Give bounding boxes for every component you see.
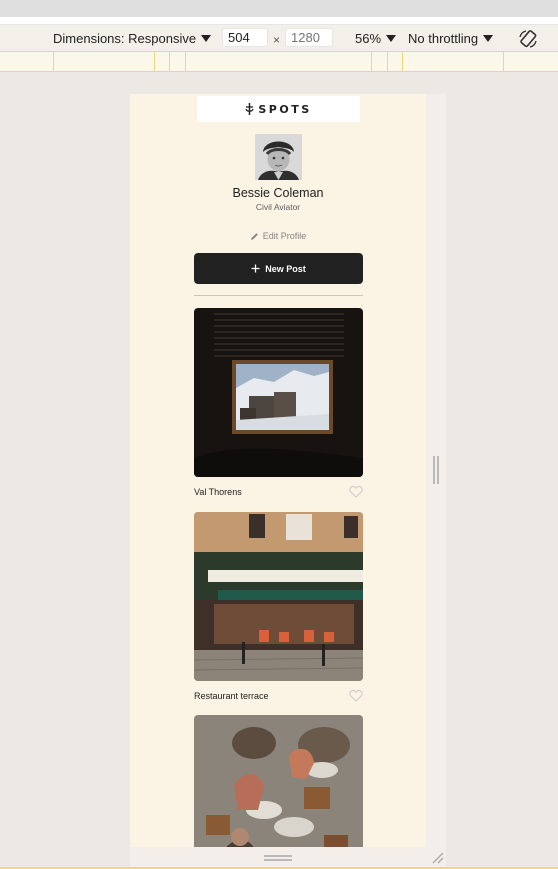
ruler-tick: [503, 52, 504, 71]
zoom-label: 56%: [355, 31, 382, 46]
times-sign: ×: [273, 33, 281, 47]
new-post-button[interactable]: New Post: [194, 253, 363, 284]
logo-text: SPOTS: [258, 102, 312, 116]
ruler-tick: [154, 52, 155, 71]
post-image[interactable]: [194, 715, 363, 847]
device-toolbar: Dimensions: Responsive × 56% No throttli…: [0, 25, 558, 52]
width-input[interactable]: [222, 28, 268, 47]
heart-icon[interactable]: [349, 485, 363, 498]
ruler-tick: [387, 52, 388, 71]
dropdown-arrow-icon: [386, 35, 397, 42]
heart-icon[interactable]: [349, 689, 363, 702]
logo-mark-icon: [245, 103, 254, 115]
right-resize-handle[interactable]: [433, 456, 439, 484]
spots-logo[interactable]: SPOTS: [197, 96, 360, 122]
ruler-tick: [185, 52, 186, 71]
post-title: Restaurant terrace: [194, 690, 269, 701]
ruler-tick: [402, 52, 403, 71]
zoom-dropdown[interactable]: 56%: [355, 31, 397, 46]
post-image[interactable]: [194, 512, 363, 681]
edit-profile-button[interactable]: Edit Profile: [130, 231, 426, 241]
post-card: Val Thorens: [194, 308, 363, 498]
section-divider: [194, 295, 363, 296]
bottom-resize-handle[interactable]: [264, 855, 292, 861]
post-image[interactable]: [194, 308, 363, 477]
throttling-label: No throttling: [408, 31, 479, 46]
pencil-icon: [250, 232, 258, 240]
resize-handle-icon[interactable]: [430, 850, 444, 864]
avatar: [255, 134, 302, 180]
ruler-tick: [169, 52, 170, 71]
rotate-icon[interactable]: [517, 28, 539, 50]
ruler-tick: [53, 52, 54, 71]
post-card: [194, 715, 363, 847]
post-card: Restaurant terrace: [194, 512, 363, 702]
post-title: Val Thorens: [194, 486, 242, 497]
media-query-ruler[interactable]: [0, 52, 558, 72]
browser-top-strip: [0, 0, 558, 17]
ruler-tick: [371, 52, 372, 71]
dimensions-label: Dimensions: Responsive: [53, 31, 197, 46]
dropdown-arrow-icon: [483, 35, 494, 42]
dropdown-arrow-icon: [201, 35, 212, 42]
profile-name: Bessie Coleman: [232, 186, 324, 200]
height-input[interactable]: [285, 28, 333, 47]
dimensions-dropdown[interactable]: Dimensions: Responsive: [53, 31, 212, 46]
browser-top-strip-light: [0, 17, 558, 25]
throttling-dropdown[interactable]: No throttling: [408, 31, 494, 46]
profile-title: Civil Aviator: [255, 202, 301, 212]
new-post-label: New Post: [265, 263, 306, 274]
device-viewport: SPOTS Bessie Coleman Civil Aviator Edit …: [130, 94, 426, 847]
plus-icon: [251, 264, 260, 273]
edit-profile-label: Edit Profile: [262, 231, 307, 241]
